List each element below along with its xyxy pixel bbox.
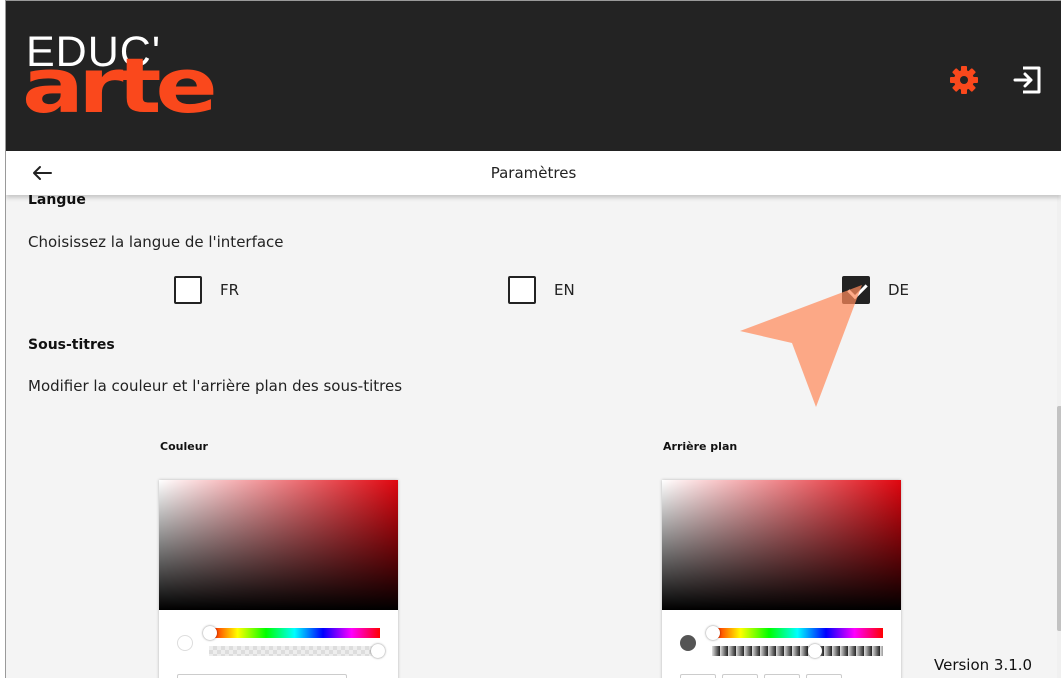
- checkbox-fr[interactable]: [174, 276, 202, 304]
- color-alpha-handle[interactable]: [371, 644, 385, 658]
- background-alpha-slider[interactable]: [712, 646, 883, 656]
- page-title: Paramètres: [490, 164, 577, 182]
- language-option-de[interactable]: DE: [842, 275, 909, 305]
- logo-arte-text: arte: [22, 42, 218, 131]
- settings-button[interactable]: [947, 63, 981, 97]
- color-alpha-slider[interactable]: [209, 646, 380, 656]
- version-label: Version 3.1.0: [934, 656, 1033, 674]
- background-picker: [662, 480, 901, 678]
- color-hue-slider[interactable]: [209, 628, 380, 638]
- language-option-fr[interactable]: FR: [174, 275, 239, 305]
- checkbox-en[interactable]: [508, 276, 536, 304]
- background-alpha-handle[interactable]: [808, 644, 822, 658]
- language-label-en: EN: [554, 281, 575, 299]
- background-hue-handle[interactable]: [706, 626, 720, 640]
- gear-icon: [950, 66, 978, 94]
- logout-icon: [1013, 66, 1041, 94]
- subtitles-section-title: Sous-titres: [28, 337, 115, 353]
- settings-content: Langue Choisissez la langue de l'interfa…: [6, 192, 1061, 678]
- color-picker-title: Couleur: [160, 440, 208, 453]
- color-swatch: [177, 635, 193, 651]
- subtitles-description: Modifier la couleur et l'arrière plan de…: [28, 377, 403, 395]
- language-label-fr: FR: [220, 281, 240, 299]
- language-description: Choisissez la langue de l'interface: [28, 233, 284, 251]
- app-window: EDUC' arte Paramètres Langue Choisissez …: [5, 0, 1061, 678]
- color-saturation-area[interactable]: [159, 480, 398, 610]
- language-label-de: DE: [888, 281, 910, 299]
- top-bar: EDUC' arte: [6, 1, 1061, 151]
- background-hue-slider[interactable]: [712, 628, 883, 638]
- background-b-input[interactable]: [764, 674, 800, 678]
- color-value-input[interactable]: [177, 674, 347, 678]
- background-a-input[interactable]: [806, 674, 842, 678]
- background-swatch: [680, 635, 696, 651]
- language-option-en[interactable]: EN: [508, 275, 575, 305]
- page-header: Paramètres: [6, 151, 1061, 195]
- background-saturation-area[interactable]: [662, 480, 901, 610]
- background-g-input[interactable]: [722, 674, 758, 678]
- background-r-input[interactable]: [680, 674, 716, 678]
- color-picker: [159, 480, 398, 678]
- background-picker-title: Arrière plan: [663, 440, 738, 453]
- logout-button[interactable]: [1011, 63, 1045, 97]
- checkbox-de[interactable]: [842, 276, 870, 304]
- color-hue-handle[interactable]: [203, 626, 217, 640]
- scrollbar-thumb[interactable]: [1057, 406, 1061, 631]
